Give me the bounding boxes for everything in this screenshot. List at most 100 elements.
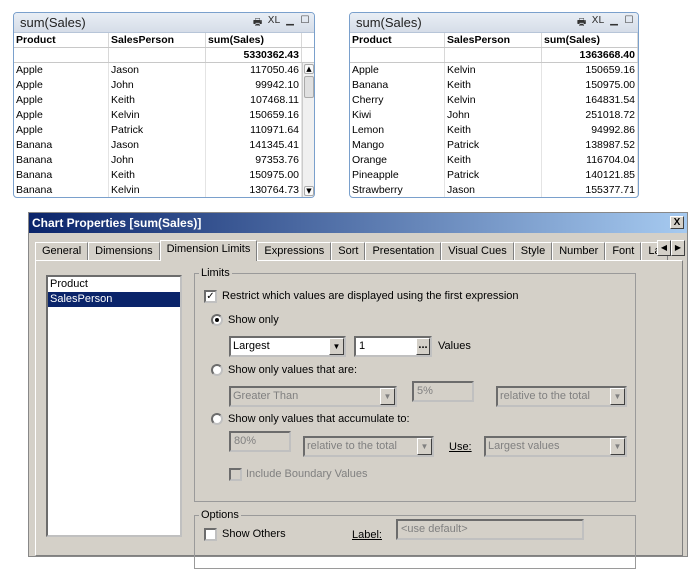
table-row[interactable]: Banana Keith 150975.00 — [350, 78, 638, 93]
column-header-salesperson[interactable]: SalesPerson — [445, 33, 542, 47]
include-boundary-checkbox[interactable] — [229, 468, 242, 481]
tab-general[interactable]: General — [35, 242, 89, 260]
cell-salesperson[interactable]: Kelvin — [109, 108, 206, 123]
cell-salesperson[interactable]: Kelvin — [109, 183, 206, 197]
tab-font[interactable]: Font — [605, 242, 642, 260]
maximize-icon[interactable]: ☐ — [624, 15, 634, 32]
cell-product[interactable]: Cherry — [350, 93, 445, 108]
cell-product[interactable]: Mango — [350, 138, 445, 153]
cell-salesperson[interactable]: Patrick — [109, 123, 206, 138]
cell-product[interactable]: Apple — [350, 63, 445, 78]
table-row[interactable]: Lemon Keith 94992.86 — [350, 123, 638, 138]
table-row[interactable]: Banana Jason 141345.41 — [14, 138, 314, 153]
print-icon[interactable]: 🖶 — [253, 15, 263, 32]
accumulate-percent-input[interactable]: 80% — [229, 431, 291, 452]
column-header-salesperson[interactable]: SalesPerson — [109, 33, 206, 47]
right-table-titlebar[interactable]: sum(Sales) 🖶 XL ▁ ☐ — [350, 13, 638, 33]
left-table-scrollbar[interactable]: ▲ ▼ — [302, 63, 314, 197]
tab-style[interactable]: Style — [513, 242, 553, 260]
chevron-down-icon[interactable]: ▼ — [610, 438, 625, 455]
table-row[interactable]: Strawberry Jason 155377.71 — [350, 183, 638, 197]
compare-mode-select[interactable]: Greater Than ▼ — [229, 386, 397, 407]
table-row[interactable]: Banana Keith 150975.00 — [14, 168, 314, 183]
cell-salesperson[interactable]: Kelvin — [445, 63, 542, 78]
cell-salesperson[interactable]: Jason — [445, 183, 542, 197]
tab-dimensions[interactable]: Dimensions — [88, 242, 160, 260]
restrict-checkbox[interactable]: ✓ — [204, 290, 217, 303]
tab-sort[interactable]: Sort — [331, 242, 366, 260]
column-header-product[interactable]: Product — [350, 33, 445, 47]
cell-salesperson[interactable]: Patrick — [445, 138, 542, 153]
chevron-down-icon[interactable]: ▼ — [380, 388, 395, 405]
maximize-icon[interactable]: ☐ — [300, 15, 310, 32]
compare-relative-select[interactable]: relative to the total ▼ — [496, 386, 627, 407]
chevron-down-icon[interactable]: ▼ — [329, 338, 344, 355]
scroll-thumb[interactable] — [304, 76, 314, 98]
use-select[interactable]: Largest values ▼ — [484, 436, 627, 457]
show-others-checkbox[interactable] — [204, 528, 217, 541]
cell-product[interactable]: Banana — [14, 183, 109, 197]
table-row[interactable]: Banana John 97353.76 — [14, 153, 314, 168]
table-row[interactable]: Pineapple Patrick 140121.85 — [350, 168, 638, 183]
list-item[interactable]: Product — [48, 277, 180, 292]
cell-salesperson[interactable]: Keith — [445, 123, 542, 138]
largest-select[interactable]: Largest ▼ — [229, 336, 346, 357]
cell-salesperson[interactable]: Kelvin — [445, 93, 542, 108]
cell-salesperson[interactable]: John — [445, 108, 542, 123]
cell-product[interactable]: Apple — [14, 93, 109, 108]
minimize-icon[interactable]: ▁ — [285, 15, 295, 32]
tab-scroll-left-icon[interactable]: ◀ — [657, 240, 671, 256]
accumulate-relative-select[interactable]: relative to the total ▼ — [303, 436, 434, 457]
scroll-down-icon[interactable]: ▼ — [304, 186, 314, 196]
cell-product[interactable]: Apple — [14, 108, 109, 123]
minimize-icon[interactable]: ▁ — [609, 15, 619, 32]
table-row[interactable]: Apple John 99942.10 — [14, 78, 314, 93]
cell-salesperson[interactable]: Keith — [445, 153, 542, 168]
cell-salesperson[interactable]: Patrick — [445, 168, 542, 183]
cell-product[interactable]: Strawberry — [350, 183, 445, 197]
print-icon[interactable]: 🖶 — [577, 15, 587, 32]
others-label-input[interactable]: <use default> — [396, 519, 584, 540]
table-row[interactable]: Apple Jason 117050.46 — [14, 63, 314, 78]
cell-product[interactable]: Orange — [350, 153, 445, 168]
compare-percent-input[interactable]: 5% — [412, 381, 474, 402]
cell-salesperson[interactable]: Jason — [109, 63, 206, 78]
show-only-radio[interactable] — [211, 314, 223, 326]
table-row[interactable]: Apple Kelvin 150659.16 — [350, 63, 638, 78]
table-row[interactable]: Orange Keith 116704.04 — [350, 153, 638, 168]
tab-visual-cues[interactable]: Visual Cues — [441, 242, 514, 260]
scroll-up-icon[interactable]: ▲ — [304, 64, 314, 74]
cell-salesperson[interactable]: John — [109, 78, 206, 93]
table-row[interactable]: Mango Patrick 138987.52 — [350, 138, 638, 153]
tab-number[interactable]: Number — [552, 242, 606, 260]
cell-product[interactable]: Banana — [14, 153, 109, 168]
left-table-titlebar[interactable]: sum(Sales) 🖶 XL ▁ ☐ — [14, 13, 314, 33]
table-row[interactable]: Kiwi John 251018.72 — [350, 108, 638, 123]
cell-product[interactable]: Apple — [14, 63, 109, 78]
dimension-list[interactable]: Product SalesPerson — [46, 275, 182, 537]
excel-export-icon[interactable]: XL — [268, 15, 280, 32]
cell-salesperson[interactable]: Keith — [445, 78, 542, 93]
cell-product[interactable]: Pineapple — [350, 168, 445, 183]
close-icon[interactable]: X — [670, 216, 684, 229]
table-row[interactable]: Apple Keith 107468.11 — [14, 93, 314, 108]
cell-product[interactable]: Banana — [14, 138, 109, 153]
cell-salesperson[interactable]: Keith — [109, 168, 206, 183]
cell-salesperson[interactable]: Jason — [109, 138, 206, 153]
cell-salesperson[interactable]: Keith — [109, 93, 206, 108]
cell-product[interactable]: Banana — [350, 78, 445, 93]
cell-product[interactable]: Banana — [14, 168, 109, 183]
column-header-product[interactable]: Product — [14, 33, 109, 47]
cell-product[interactable]: Apple — [14, 123, 109, 138]
chevron-down-icon[interactable]: ▼ — [610, 388, 625, 405]
cell-salesperson[interactable]: John — [109, 153, 206, 168]
table-row[interactable]: Apple Patrick 110971.64 — [14, 123, 314, 138]
cell-product[interactable]: Apple — [14, 78, 109, 93]
show-values-radio[interactable] — [211, 364, 223, 376]
tab-presentation[interactable]: Presentation — [365, 242, 442, 260]
chevron-down-icon[interactable]: ▼ — [417, 438, 432, 455]
tab-scroll-right-icon[interactable]: ▶ — [671, 240, 685, 256]
table-row[interactable]: Cherry Kelvin 164831.54 — [350, 93, 638, 108]
tab-expressions[interactable]: Expressions — [257, 242, 332, 260]
expression-editor-button[interactable]: ... — [416, 338, 430, 355]
